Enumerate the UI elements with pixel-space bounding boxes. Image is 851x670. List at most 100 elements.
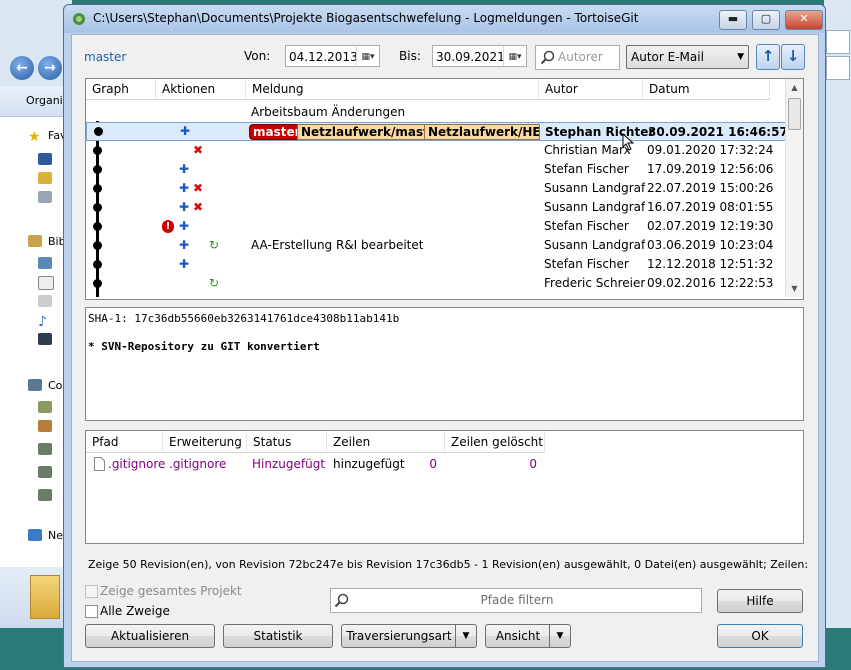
table-row[interactable]: ✚ ✖ Susann Landgraf 22.07.2019 15:00:26 [86,179,786,198]
column-header-author[interactable]: Autor [539,79,643,100]
library-icon [28,235,42,247]
column-header-path[interactable]: Pfad [86,431,163,453]
help-button[interactable]: Hilfe [717,589,803,613]
calendar-dropdown-icon[interactable]: ▦▾ [503,46,526,66]
minimize-button[interactable]: ▬ [719,10,747,30]
file-modified-icon: ↻ [208,276,220,290]
file-deleted-icon: ✖ [192,181,204,195]
table-row[interactable]: Arbeitsbaum Änderungen [86,103,786,122]
file-icon [94,457,105,471]
file-deleted-icon: ✖ [192,200,204,214]
arrow-down-button[interactable]: ↓ [781,44,805,70]
file-deleted-icon: ✖ [192,143,204,157]
videos-icon [38,333,52,345]
file-added-icon: ✚ [178,238,190,252]
maximize-icon[interactable] [826,30,850,54]
file-extension: .gitignore [169,457,227,471]
commit-node [93,260,102,269]
column-header-status[interactable]: Status [247,431,327,453]
vertical-scrollbar[interactable]: ▲ ▼ [785,79,803,297]
from-date-picker[interactable]: 04.12.2013 ▦▾ [285,45,380,67]
to-date-picker[interactable]: 30.09.2021 ▦▾ [432,45,527,67]
table-row[interactable]: ↻ Frederic Schreier 09.02.2016 12:22:53 [86,274,786,293]
tree-item[interactable]: Co [48,377,62,395]
back-icon[interactable]: ← [10,56,34,80]
column-header-lines-deleted[interactable]: Zeilen gelöscht [445,431,545,453]
file-status: Hinzugefügt [252,457,326,471]
organize-menu[interactable]: Organi [26,94,63,107]
log-dialog: C:\Users\Stephan\Documents\Projekte Biog… [63,4,826,668]
column-header-actions[interactable]: Aktionen [156,79,246,100]
to-date-value: 30.09.2021 [436,50,505,64]
calendar-dropdown-icon[interactable]: ▦▾ [356,46,379,66]
refresh-button[interactable]: Aktualisieren [85,624,215,648]
column-header-graph[interactable]: Graph [86,79,156,100]
tortoisegit-icon [73,13,85,25]
documents-icon [38,276,54,290]
column-header-extension[interactable]: Erweiterung [163,431,247,453]
table-row[interactable]: ✚ ✖ Susann Landgraf 16.07.2019 08:01:55 [86,198,786,217]
tree-item[interactable]: Ne [48,527,63,545]
search-icon [540,50,555,65]
chevron-down-icon[interactable]: ▼ [455,625,476,647]
commit-message-panel[interactable]: SHA-1: 17c36db55660eb3263141761dce4308b1… [85,307,804,421]
row-date: 09.02.2016 12:22:53 [647,276,774,290]
search-field-select[interactable]: Autor E-Mail ▼ [626,45,749,69]
from-date-value: 04.12.2013 [289,50,358,64]
table-row[interactable]: ✚ Stefan Fischer 17.09.2019 12:56:06 [86,160,786,179]
row-author: Stefan Fischer [544,162,629,176]
file-lines-added: 0 [429,457,437,471]
network-drive-icon [38,466,52,478]
all-branches-checkbox[interactable] [85,605,98,618]
show-whole-project-checkbox[interactable] [85,585,98,598]
background-window-right-edge [824,0,851,628]
table-row[interactable]: ✚ Stefan Fischer 12.12.2018 12:51:32 [86,255,786,274]
row-date: 09.01.2020 17:32:24 [647,143,774,157]
row-date: 22.07.2019 15:00:26 [647,181,774,195]
column-header-lines-added[interactable]: Zeilen hinzugefügt [327,431,445,471]
table-row-selected[interactable]: ✚ master Netzlaufwerk/master Netzlaufwer… [86,122,788,141]
revision-list[interactable]: Graph Aktionen Meldung Autor Datum Arbei… [85,78,804,300]
scroll-up-icon[interactable]: ▲ [786,79,803,96]
search-icon[interactable] [826,56,850,80]
column-header-date[interactable]: Datum [643,79,770,100]
file-row[interactable]: .gitignore .gitignore Hinzugefügt 0 0 [86,455,786,473]
music-icon: ♪ [38,314,47,330]
column-header-message[interactable]: Meldung [246,79,539,100]
view-button[interactable]: Ansicht ▼ [485,624,571,648]
traverse-button[interactable]: Traversierungsart ▼ [341,624,477,648]
row-date: 03.06.2019 10:23:04 [647,238,774,252]
table-row[interactable]: ! ✚ Stefan Fischer 02.07.2019 12:19:30 [86,217,786,236]
drive-icon [38,420,52,432]
background-explorer-window: ← → Organi ★ Fav Bib ♪ Co Ne [0,0,72,628]
search-input[interactable]: Autorer [535,45,620,70]
window-title: C:\Users\Stephan\Documents\Projekte Biog… [93,11,639,25]
table-row[interactable]: ✖ Christian Marx 09.01.2020 17:32:24 [86,141,786,160]
changed-files-list[interactable]: Pfad Erweiterung Status Zeilen hinzugefü… [85,430,804,544]
ok-button[interactable]: OK [717,624,803,648]
table-row[interactable]: ✚ ↻ AA-Erstellung R&I bearbeitet Susann … [86,236,786,255]
dialog-client-area: master Von: 04.12.2013 ▦▾ Bis: 30.09.202… [71,34,819,662]
explorer-toolbar: Organi [0,86,72,117]
forward-icon[interactable]: → [38,56,62,80]
path-filter-input[interactable]: Pfade filtern [330,588,702,613]
row-author: Stefan Fischer [544,219,629,233]
statistics-button[interactable]: Statistik [223,624,333,648]
scroll-down-icon[interactable]: ▼ [786,280,803,297]
close-button[interactable]: ✕ [785,10,823,30]
drive-icon [38,401,52,413]
row-author: Stefan Fischer [544,257,629,271]
commit-node [93,146,102,155]
chevron-down-icon[interactable]: ▼ [549,625,570,647]
file-added-icon: ✚ [178,162,190,176]
network-icon [28,529,42,541]
maximize-button[interactable]: ▢ [752,10,780,30]
chevron-down-icon: ▼ [737,52,744,62]
branch-link[interactable]: master [84,50,126,64]
scrollbar-thumb[interactable] [788,98,801,130]
arrow-up-icon: ↑ [761,47,775,65]
remote-tag: Netzlaufwerk/HEAD [424,124,540,140]
arrow-up-button[interactable]: ↑ [756,44,780,70]
computer-icon [28,379,42,391]
commit-node [93,241,102,250]
